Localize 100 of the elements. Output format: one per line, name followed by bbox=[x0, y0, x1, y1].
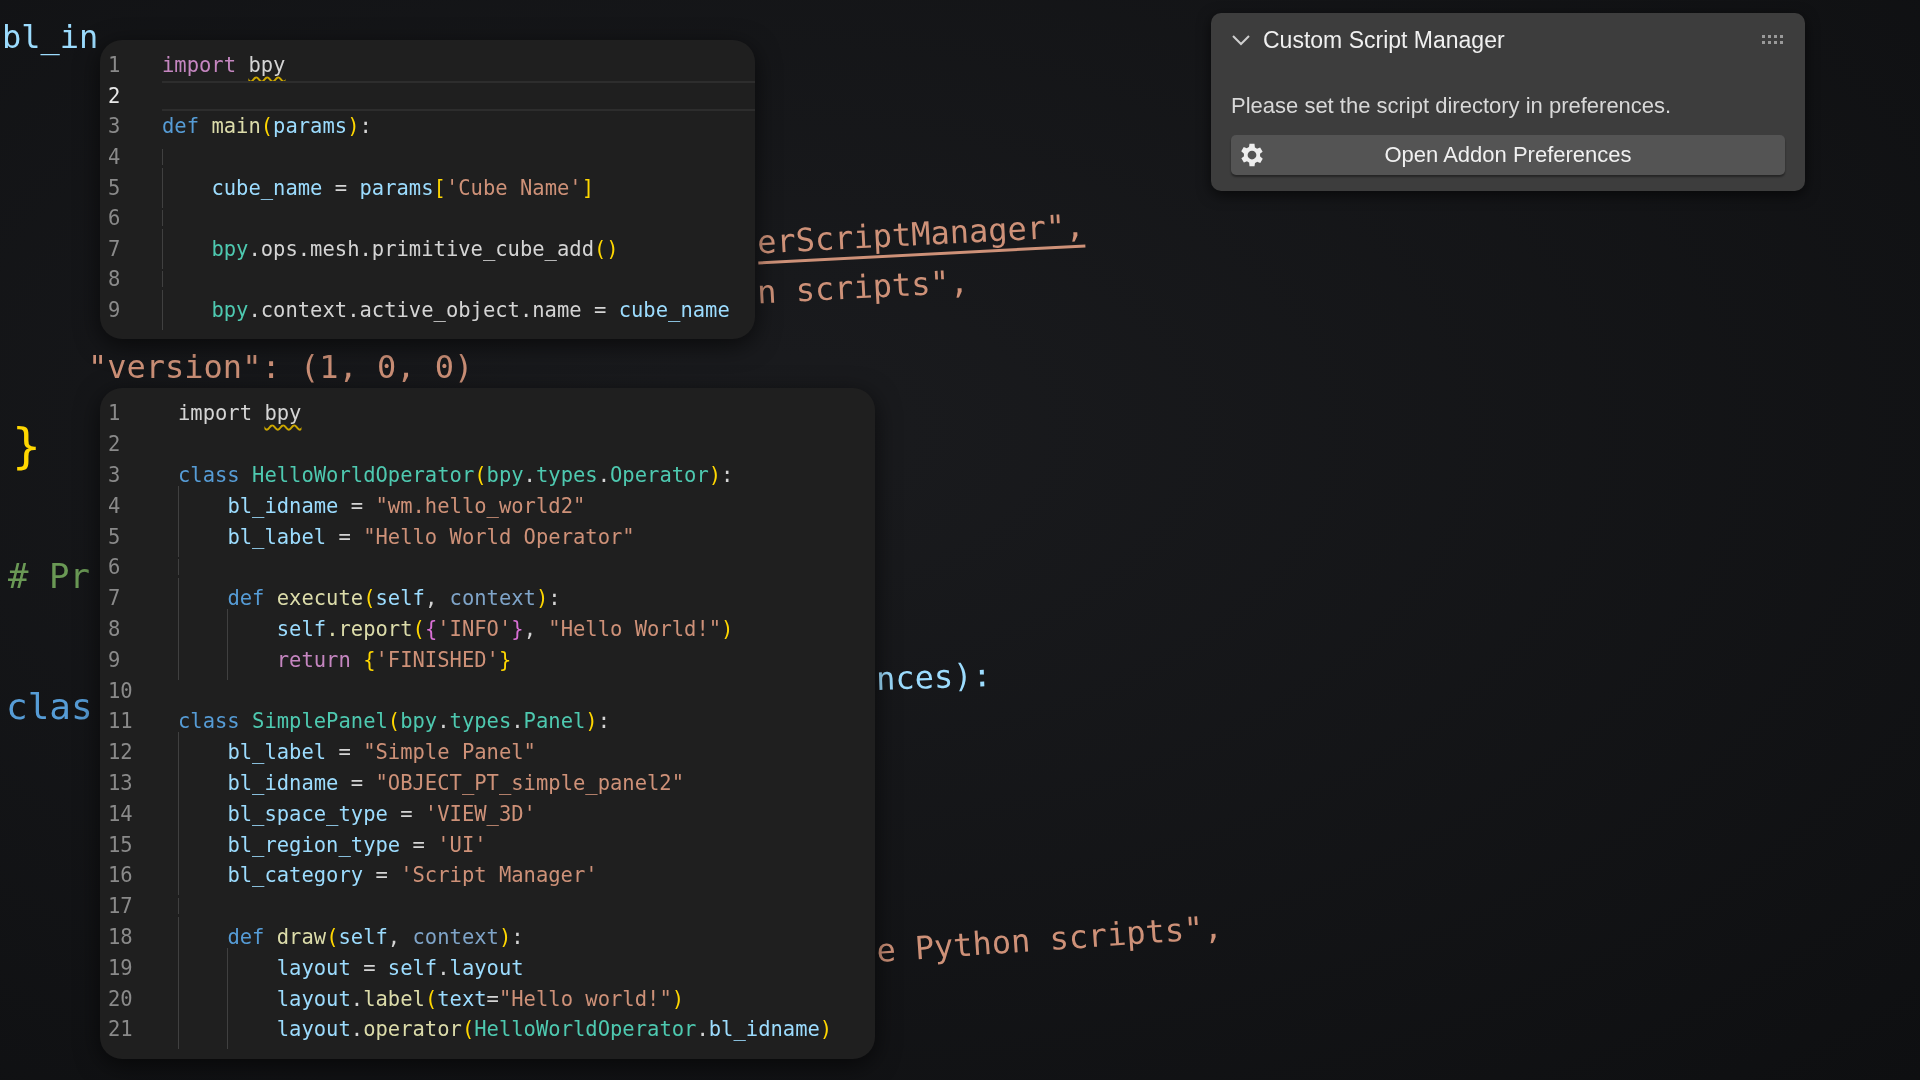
code-token: operator bbox=[363, 1017, 462, 1042]
code-token: label bbox=[363, 986, 425, 1011]
line-number: 9 bbox=[107, 298, 122, 323]
code-token: HelloWorldOperator bbox=[474, 1017, 697, 1042]
code-token: ( bbox=[363, 586, 376, 611]
panel-message: Please set the script directory in preferences. bbox=[1231, 93, 1673, 119]
chevron-icon[interactable] bbox=[1231, 33, 1251, 47]
code-token: = bbox=[338, 740, 352, 765]
code-token: , bbox=[523, 616, 537, 641]
code-token: self bbox=[375, 586, 425, 611]
line-number: 18 bbox=[107, 924, 134, 949]
code-token: ) bbox=[721, 616, 734, 641]
line-number: 8 bbox=[107, 616, 122, 641]
code-token: class bbox=[178, 463, 241, 487]
code-fragment: clas bbox=[6, 686, 93, 727]
code-token: import bbox=[162, 53, 238, 78]
line-number: 20 bbox=[107, 986, 134, 1011]
code-token: 'UI' bbox=[437, 832, 487, 857]
code-token: = bbox=[350, 770, 365, 795]
code-token: . bbox=[597, 463, 610, 487]
code-token: ( bbox=[260, 114, 274, 139]
line-number: 2 bbox=[107, 432, 122, 457]
code-token: : bbox=[359, 114, 372, 139]
code-token: ) bbox=[708, 463, 722, 487]
code-token: bpy bbox=[400, 709, 438, 734]
code-token: . bbox=[696, 1017, 709, 1042]
code-token: = bbox=[334, 175, 349, 200]
code-token: ] bbox=[581, 175, 594, 200]
code-token: ) bbox=[498, 924, 512, 949]
line-number: 19 bbox=[107, 955, 134, 980]
code-token: = bbox=[338, 524, 352, 549]
code-token: class bbox=[178, 709, 241, 734]
preferences-button[interactable]: Open Addon Preferences bbox=[1231, 135, 1785, 175]
code-token: ) bbox=[535, 586, 549, 611]
code-token: : bbox=[721, 463, 734, 487]
line-number: 6 bbox=[107, 206, 122, 231]
code-fragment: # Pr bbox=[8, 556, 90, 596]
code-token: } bbox=[511, 616, 524, 641]
code-fragment: e Python scripts", bbox=[875, 907, 1224, 971]
code-token: } bbox=[498, 647, 512, 672]
code-token: ) bbox=[347, 114, 360, 139]
line-number: 5 bbox=[107, 175, 122, 200]
code-token: cube_name bbox=[211, 175, 323, 200]
code-token: bl_idname bbox=[708, 1017, 820, 1042]
code-token: 'VIEW_3D' bbox=[424, 801, 536, 826]
code-token: . bbox=[350, 1017, 364, 1042]
code-token: .report bbox=[326, 616, 413, 641]
drag-handle-icon[interactable] bbox=[1761, 34, 1785, 46]
code-token: cube_name bbox=[618, 298, 730, 323]
code-token: bpy bbox=[211, 298, 249, 323]
line-number: 3 bbox=[107, 463, 122, 487]
code-token: , bbox=[424, 586, 439, 611]
line-number: 21 bbox=[107, 1017, 134, 1042]
code-token: layout bbox=[276, 986, 351, 1011]
code-token: . bbox=[523, 463, 536, 487]
code-token: types bbox=[535, 463, 598, 487]
code-token: layout bbox=[449, 955, 524, 980]
code-token: = bbox=[363, 955, 377, 980]
code-token: context bbox=[449, 586, 536, 611]
code-token: self bbox=[387, 955, 438, 980]
code-fragment: "version": (1, 0, 0) bbox=[88, 348, 474, 386]
line-number: 1 bbox=[107, 401, 122, 426]
code-token: . bbox=[511, 709, 524, 734]
code-token: , bbox=[387, 924, 402, 949]
line-number: 4 bbox=[107, 145, 122, 170]
code-token: ( bbox=[387, 709, 401, 734]
code-token: 'Script Manager' bbox=[400, 863, 598, 888]
code-token: : bbox=[548, 586, 561, 611]
code-token: 'INFO' bbox=[437, 616, 512, 641]
code-token: import bbox=[178, 401, 254, 426]
code-token: self bbox=[276, 616, 327, 641]
line-number: 11 bbox=[107, 709, 134, 734]
code-fragment: bl_in bbox=[2, 18, 99, 56]
code-token: [ bbox=[433, 175, 446, 200]
code-token: bpy bbox=[211, 236, 249, 261]
code-token: def bbox=[162, 114, 201, 139]
line-number: 7 bbox=[107, 236, 122, 261]
code-token: .ops.mesh.primitive_cube_add bbox=[248, 236, 594, 261]
code-token: 'FINISHED' bbox=[375, 647, 499, 672]
line-number: 15 bbox=[107, 832, 134, 857]
code-token: "OBJECT_PT_simple_panel2" bbox=[375, 770, 685, 795]
code-token: def bbox=[227, 586, 266, 611]
code-fragment: } bbox=[12, 418, 41, 474]
code-token: text bbox=[437, 986, 487, 1011]
code-token: bl_idname bbox=[227, 770, 339, 795]
code-token: bl_region_type bbox=[227, 832, 401, 857]
code-fragment: n scripts", bbox=[756, 262, 970, 312]
code-token: bl_space_type bbox=[227, 801, 388, 826]
code-token: "Simple Panel" bbox=[363, 740, 536, 765]
code-token: layout bbox=[276, 1017, 351, 1042]
code-token: ( bbox=[412, 616, 425, 641]
code-token: = bbox=[486, 986, 499, 1011]
code-token: bl_label bbox=[227, 524, 327, 549]
line-number: 6 bbox=[107, 555, 122, 580]
line-number: 4 bbox=[107, 493, 122, 518]
code-token: main bbox=[211, 114, 261, 139]
panel-title: Custom Script Manager bbox=[1263, 26, 1506, 54]
code-token: . bbox=[350, 986, 364, 1011]
code-token: HelloWorldOperator bbox=[252, 463, 475, 487]
code-token: bl_label bbox=[227, 740, 327, 765]
